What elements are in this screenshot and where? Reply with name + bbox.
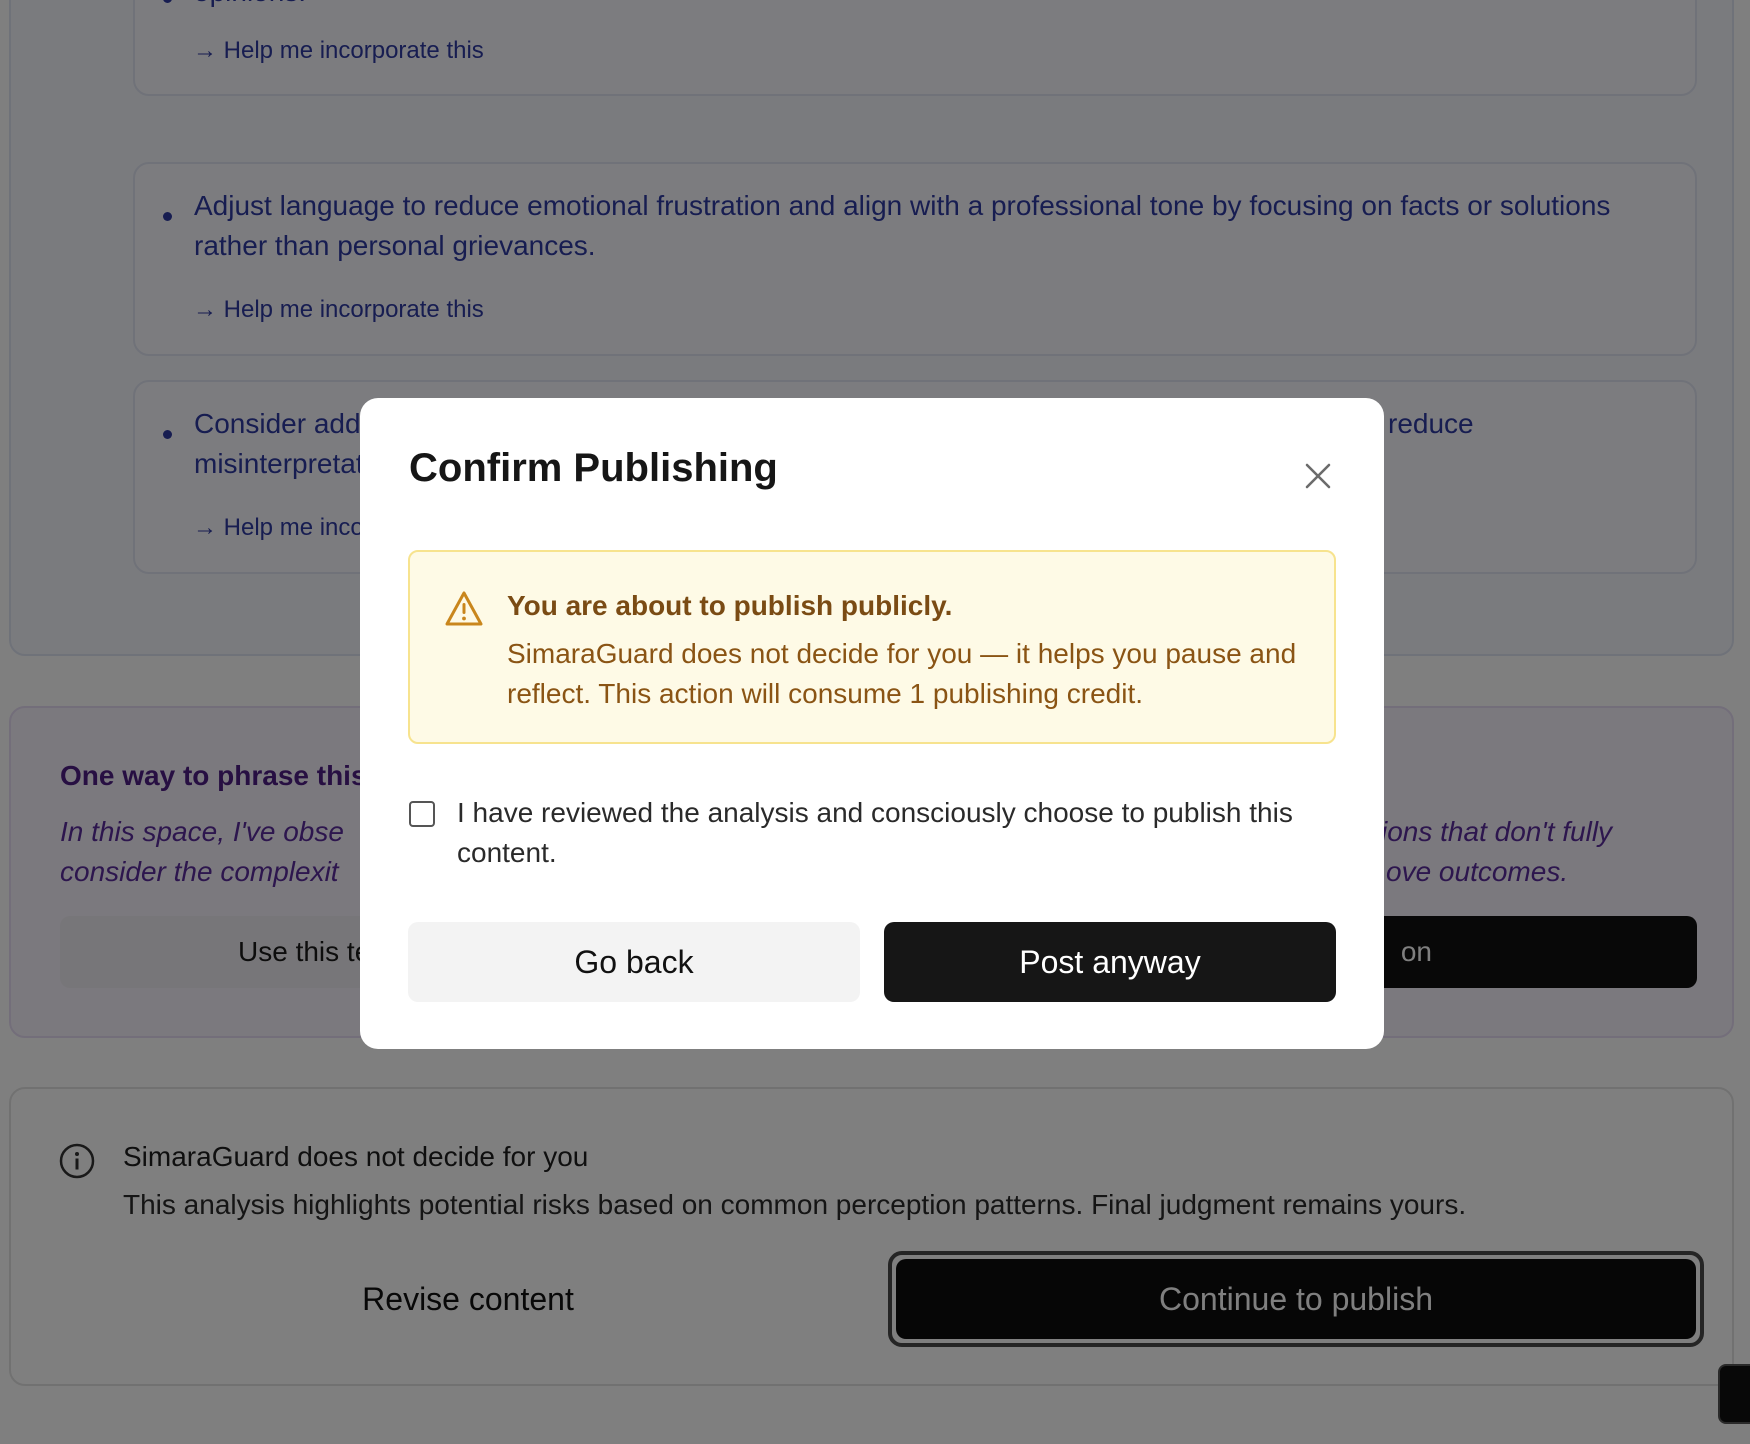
close-icon[interactable] — [1300, 458, 1336, 494]
warning-text: SimaraGuard does not decide for you — it… — [507, 638, 1297, 709]
modal-title: Confirm Publishing — [409, 446, 778, 490]
warning-triangle-icon — [445, 591, 483, 626]
go-back-button[interactable]: Go back — [408, 922, 860, 1002]
page: opinions. → Help me incorporate this Adj… — [0, 0, 1750, 1444]
warning-title: You are about to publish publicly. — [507, 590, 953, 621]
confirm-checkbox[interactable] — [409, 801, 435, 827]
warning-alert: You are about to publish publicly. Simar… — [408, 550, 1336, 744]
confirm-publishing-modal: Confirm Publishing You are about to publ… — [360, 398, 1384, 1049]
confirm-checkbox-label[interactable]: I have reviewed the analysis and conscio… — [457, 793, 1317, 873]
post-anyway-button[interactable]: Post anyway — [884, 922, 1336, 1002]
